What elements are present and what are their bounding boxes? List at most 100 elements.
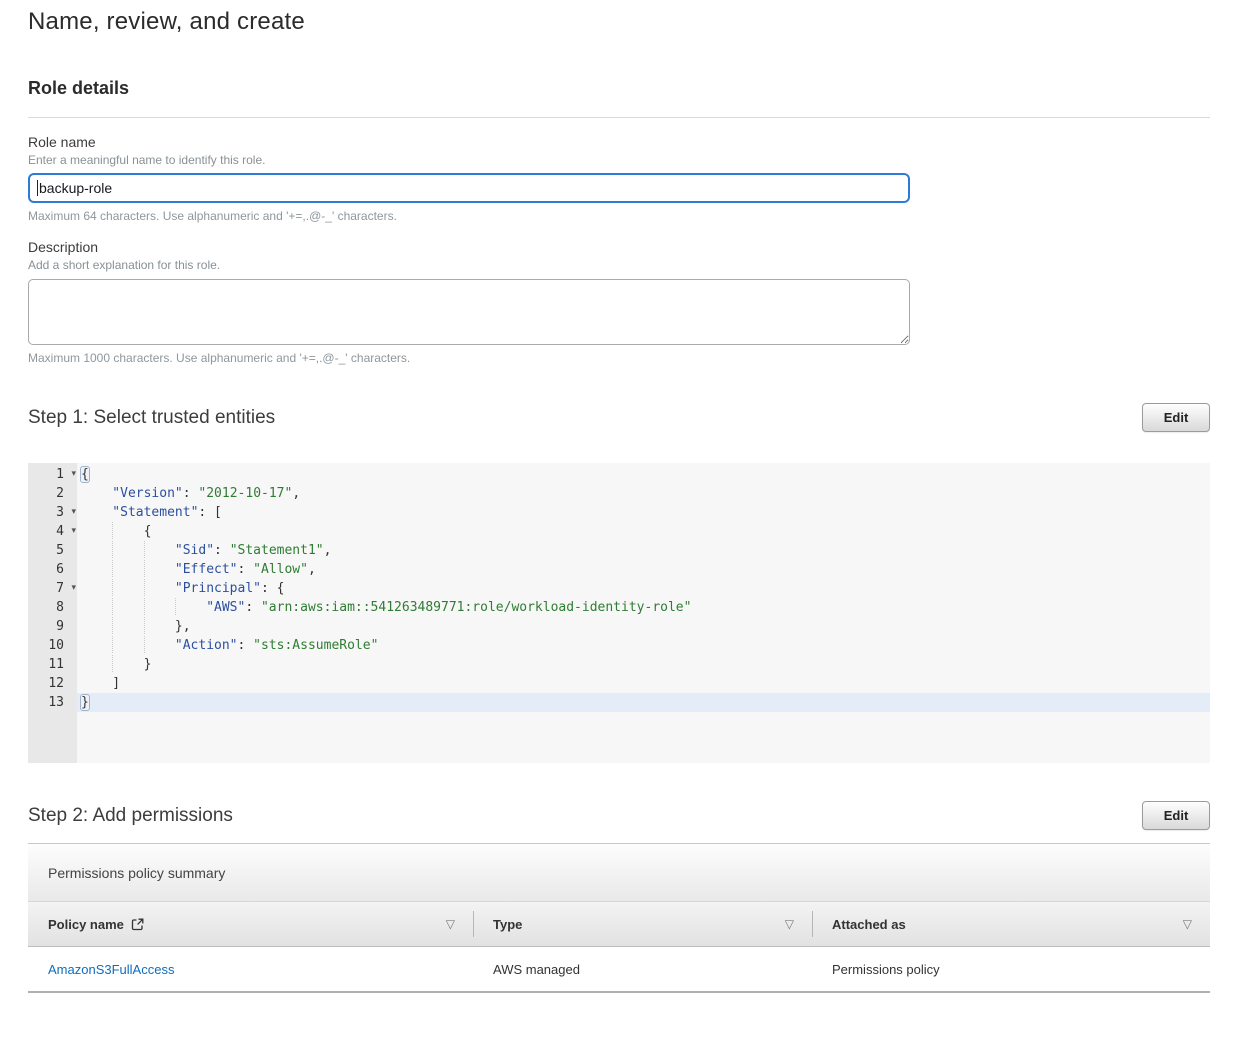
line-number[interactable]: 6 [28,560,77,579]
code-token: } [144,657,152,672]
column-separator [812,911,813,937]
indent-guide [144,579,175,596]
indent-guide [81,598,112,615]
code-token: , [324,543,332,558]
line-number[interactable]: 11 [28,655,77,674]
line-number[interactable]: 8 [28,598,77,617]
code-line[interactable]: } [77,655,1210,674]
code-token: "Allow" [253,562,308,577]
code-token: , [308,562,316,577]
code-token: "Action" [175,638,238,653]
line-number[interactable]: 9 [28,617,77,636]
sort-icon[interactable]: ▽ [446,917,455,931]
code-token: : [183,486,199,501]
editor-gutter[interactable]: 1▾23▾4▾567▾8910111213 [28,463,77,763]
code-line[interactable]: } [77,693,1210,712]
fold-arrow-icon[interactable]: ▾ [71,465,76,484]
code-token: , [292,486,300,501]
indent-guide [112,598,143,615]
code-token: "2012-10-17" [198,486,292,501]
policy-name-link[interactable]: AmazonS3FullAccess [48,962,174,977]
fold-arrow-icon[interactable]: ▾ [71,522,76,541]
code-token: "Effect" [175,562,238,577]
code-line[interactable]: "Effect": "Allow", [77,560,1210,579]
description-textarea[interactable] [28,279,910,345]
indent-guide [112,655,143,672]
indent-guide [112,636,143,653]
description-label: Description [28,239,1210,255]
code-line[interactable]: "Sid": "Statement1", [77,541,1210,560]
fold-arrow-icon[interactable]: ▾ [71,503,76,522]
column-header-type[interactable]: Type ▽ [473,902,812,946]
indent-guide [81,522,112,539]
indent-guide [112,541,143,558]
code-line[interactable]: ] [77,674,1210,693]
role-name-field: Role name Enter a meaningful name to ide… [28,134,1210,223]
column-separator [473,911,474,937]
indent-guide [81,579,112,596]
code-token: "arn:aws:iam::541263489771:role/workload… [261,600,691,615]
code-token: }, [175,619,191,634]
fold-arrow-icon[interactable]: ▾ [71,579,76,598]
description-constraint: Maximum 1000 characters. Use alphanumeri… [28,351,1210,365]
policy-type-cell: AWS managed [473,947,812,991]
indent-guide [144,598,175,615]
indent-guide [112,560,143,577]
indent-guide [81,674,112,691]
sort-icon[interactable]: ▽ [1183,917,1192,931]
description-field: Description Add a short explanation for … [28,239,1210,365]
code-token: "sts:AssumeRole" [253,638,378,653]
code-line[interactable]: "Statement": [ [77,503,1210,522]
line-number[interactable]: 7▾ [28,579,77,598]
policy-table-header: Policy name ▽ Type ▽ [28,901,1210,947]
line-number[interactable]: 3▾ [28,503,77,522]
step1-heading: Step 1: Select trusted entities [28,407,275,429]
indent-guide [144,617,175,634]
external-link-icon [131,918,144,931]
role-details-heading: Role details [28,78,1210,99]
code-token: "Statement" [112,505,198,520]
column-header-attached-as[interactable]: Attached as ▽ [812,902,1210,946]
editor-content[interactable]: {"Version": "2012-10-17","Statement": [{… [77,463,1210,712]
indent-guide [81,541,112,558]
code-token: : [238,562,254,577]
role-name-constraint: Maximum 64 characters. Use alphanumeric … [28,209,1210,223]
code-line[interactable]: "AWS": "arn:aws:iam::541263489771:role/w… [77,598,1210,617]
indent-guide [81,503,112,520]
indent-guide [81,655,112,672]
code-line[interactable]: { [77,465,1210,484]
code-line[interactable]: "Version": "2012-10-17", [77,484,1210,503]
trust-policy-editor[interactable]: 1▾23▾4▾567▾8910111213 {"Version": "2012-… [28,463,1210,763]
code-line[interactable]: "Action": "sts:AssumeRole" [77,636,1210,655]
matched-bracket: } [80,694,90,711]
code-line[interactable]: "Principal": { [77,579,1210,598]
column-header-policy-name[interactable]: Policy name ▽ [28,902,473,946]
line-number[interactable]: 2 [28,484,77,503]
column-label: Type [493,917,522,932]
code-token: ] [112,676,120,691]
section-divider [28,117,1210,118]
column-label: Policy name [48,917,124,932]
code-line[interactable]: { [77,522,1210,541]
indent-guide [112,522,143,539]
line-number[interactable]: 1▾ [28,465,77,484]
line-number[interactable]: 13 [28,693,77,712]
line-number[interactable]: 5 [28,541,77,560]
permissions-summary-panel: Permissions policy summary Policy name ▽ [28,843,1210,993]
attached-as-cell: Permissions policy [812,947,1210,991]
line-number[interactable]: 4▾ [28,522,77,541]
step1-edit-button[interactable]: Edit [1142,403,1210,432]
indent-guide [144,541,175,558]
policy-table-body: AmazonS3FullAccess AWS managedPermissions… [28,947,1210,993]
code-line[interactable]: }, [77,617,1210,636]
line-number[interactable]: 12 [28,674,77,693]
indent-guide [144,636,175,653]
role-name-input[interactable] [28,173,910,203]
step2-edit-button[interactable]: Edit [1142,801,1210,830]
role-name-help: Enter a meaningful name to identify this… [28,153,1210,167]
matched-bracket: { [80,466,90,483]
sort-icon[interactable]: ▽ [785,917,794,931]
line-number[interactable]: 10 [28,636,77,655]
step1-trusted-entities-section: Step 1: Select trusted entities Edit 1▾2… [28,403,1210,763]
description-help: Add a short explanation for this role. [28,258,1210,272]
